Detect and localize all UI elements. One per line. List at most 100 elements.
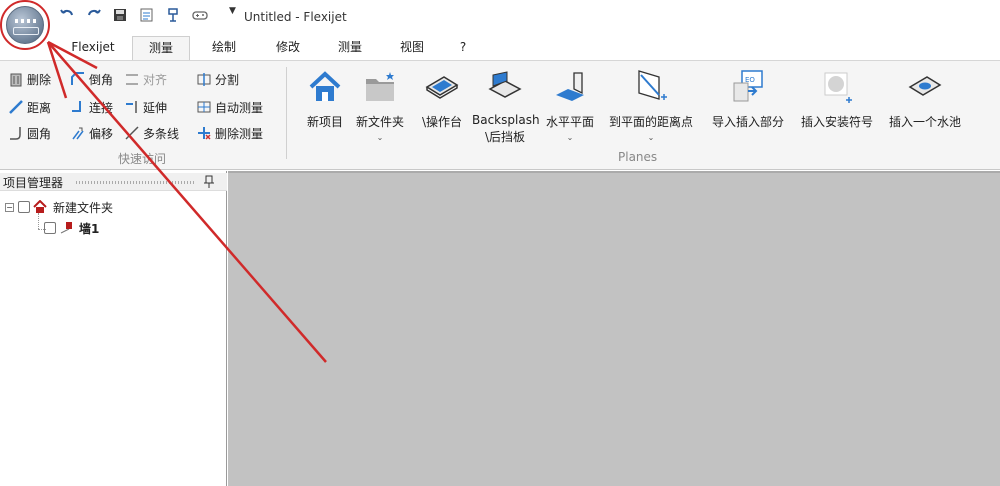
distance-button[interactable]: 距离 [8, 97, 51, 117]
ribbon-tab-bar: Flexijet 测量 绘制 修改 测量 视图 ? [0, 36, 1000, 60]
import-insert-button[interactable]: EO 导入插入部分 [704, 61, 792, 161]
quick-access-dropdown[interactable]: ▼ [229, 6, 236, 16]
horizontal-plane-icon [556, 72, 584, 101]
save-icon [114, 9, 126, 21]
distance-label: 距离 [27, 100, 52, 115]
extend-label: 延伸 [143, 100, 168, 115]
drawing-workspace[interactable] [228, 171, 1000, 486]
worktop-button[interactable]: \操作台 [414, 61, 470, 161]
split-label: 分割 [215, 72, 240, 87]
fillet-label: 圆角 [27, 126, 52, 141]
align-icon [126, 74, 138, 85]
install-symbol-label: 插入安装符号 [800, 115, 873, 129]
panel-grip[interactable] [76, 181, 196, 184]
project-manager-title: 项目管理器 [3, 176, 64, 190]
tree-connector [38, 229, 46, 230]
horizontal-plane-label: 水平平面 [545, 115, 594, 129]
tree-checkbox[interactable] [44, 222, 56, 234]
backsplash-label-2: \后挡板 [484, 130, 526, 144]
new-folder-dropdown[interactable]: ⌄ [350, 133, 410, 142]
auto-measure-button[interactable]: 自动测量 [196, 97, 263, 117]
auto-measure-icon [197, 101, 211, 113]
insert-sink-label: 插入一个水池 [888, 115, 961, 129]
redo-button[interactable] [84, 6, 104, 24]
tree-connector [38, 213, 39, 229]
polyline-label: 多条线 [143, 126, 180, 141]
delete-label: 删除 [27, 72, 52, 87]
extend-button[interactable]: 延伸 [124, 97, 167, 117]
import-button[interactable] [137, 6, 157, 24]
project-manager-panel: 项目管理器 − 新建文件夹 墙1 [0, 171, 227, 486]
backsplash-button[interactable]: Backsplash \后挡板 [472, 61, 540, 161]
tab-flexijet[interactable]: Flexijet [62, 36, 124, 60]
redo-icon [88, 9, 101, 16]
folder-home-icon [33, 200, 47, 213]
offset-button[interactable]: 偏移 [70, 123, 113, 143]
polyline-icon [125, 126, 139, 140]
tab-help[interactable]: ? [448, 36, 478, 60]
delete-button[interactable]: 删除 [8, 69, 51, 89]
undo-button[interactable] [57, 6, 77, 24]
import-icon [140, 8, 153, 22]
insert-sink-button[interactable]: 插入一个水池 [882, 61, 968, 161]
device-button[interactable] [163, 6, 183, 24]
connect-icon [72, 101, 81, 112]
distance-to-plane-label: 到平面的距离点 [608, 115, 693, 129]
extend-icon [126, 101, 137, 113]
connect-label: 连接 [89, 100, 114, 115]
pin-icon[interactable] [203, 175, 215, 189]
delete-measure-label: 删除测量 [215, 126, 264, 141]
distance-to-plane-button[interactable]: 到平面的距离点 ⌄ [602, 61, 700, 161]
chamfer-label: 倒角 [89, 72, 114, 87]
worktop-icon [425, 76, 459, 99]
undo-icon [60, 9, 73, 16]
title-bar: ▼ Untitled - Flexijet [0, 0, 1000, 50]
new-project-button[interactable]: 新项目 [300, 61, 350, 161]
tab-view[interactable]: 视图 [384, 36, 440, 60]
distance-to-plane-icon [638, 70, 667, 100]
chamfer-icon [71, 72, 84, 85]
fillet-button[interactable]: 圆角 [8, 123, 51, 143]
delete-measure-icon [198, 127, 211, 140]
gamepad-button[interactable] [190, 6, 210, 24]
worktop-label: \操作台 [421, 115, 463, 129]
tree-checkbox[interactable] [18, 201, 30, 213]
project-manager-header: 项目管理器 [0, 173, 227, 191]
tree-item-wall[interactable]: 墙1 [44, 219, 99, 237]
gamepad-icon [192, 11, 208, 20]
planes-group-label: Planes [618, 150, 658, 164]
tab-draw[interactable]: 绘制 [196, 36, 252, 60]
tree-wall-label: 墙1 [79, 221, 100, 236]
quick-access-group-label: 快速访问 [118, 152, 167, 166]
align-button[interactable]: 对齐 [124, 69, 167, 89]
new-project-label: 新项目 [306, 115, 343, 129]
tab-measure-2[interactable]: 测量 [322, 36, 378, 60]
tree-item-folder[interactable]: − 新建文件夹 [5, 198, 113, 216]
connect-button[interactable]: 连接 [70, 97, 113, 117]
new-folder-button[interactable]: 新文件夹 ⌄ [350, 61, 410, 161]
home-icon [309, 71, 341, 101]
new-folder-label: 新文件夹 [355, 115, 404, 129]
tab-modify[interactable]: 修改 [260, 36, 316, 60]
split-button[interactable]: 分割 [196, 69, 239, 89]
save-button[interactable] [110, 6, 130, 24]
backsplash-label: Backsplash [472, 113, 540, 127]
align-label: 对齐 [143, 72, 168, 87]
offset-label: 偏移 [89, 126, 114, 141]
new-folder-icon [366, 72, 394, 101]
tree-expander[interactable]: − [5, 202, 14, 212]
window-title: Untitled - Flexijet [244, 10, 347, 24]
horizontal-plane-dropdown[interactable]: ⌄ [540, 133, 600, 142]
tab-measure[interactable]: 测量 [132, 36, 190, 60]
group-separator [286, 67, 287, 159]
install-symbol-icon [824, 72, 852, 103]
import-insert-label: 导入插入部分 [711, 115, 784, 129]
polyline-button[interactable]: 多条线 [124, 123, 179, 143]
delete-measure-button[interactable]: 删除测量 [196, 123, 263, 143]
chamfer-button[interactable]: 倒角 [70, 69, 113, 89]
import-insert-icon: EO [733, 70, 763, 102]
distance-to-plane-dropdown[interactable]: ⌄ [602, 133, 700, 142]
ribbon: 删除 倒角 对齐 分割 距离 连接 延伸 自动测量 圆角 偏移 多条线 删除测量… [0, 60, 1000, 170]
horizontal-plane-button[interactable]: 水平平面 ⌄ [540, 61, 600, 161]
install-symbol-button[interactable]: 插入安装符号 [794, 61, 880, 161]
